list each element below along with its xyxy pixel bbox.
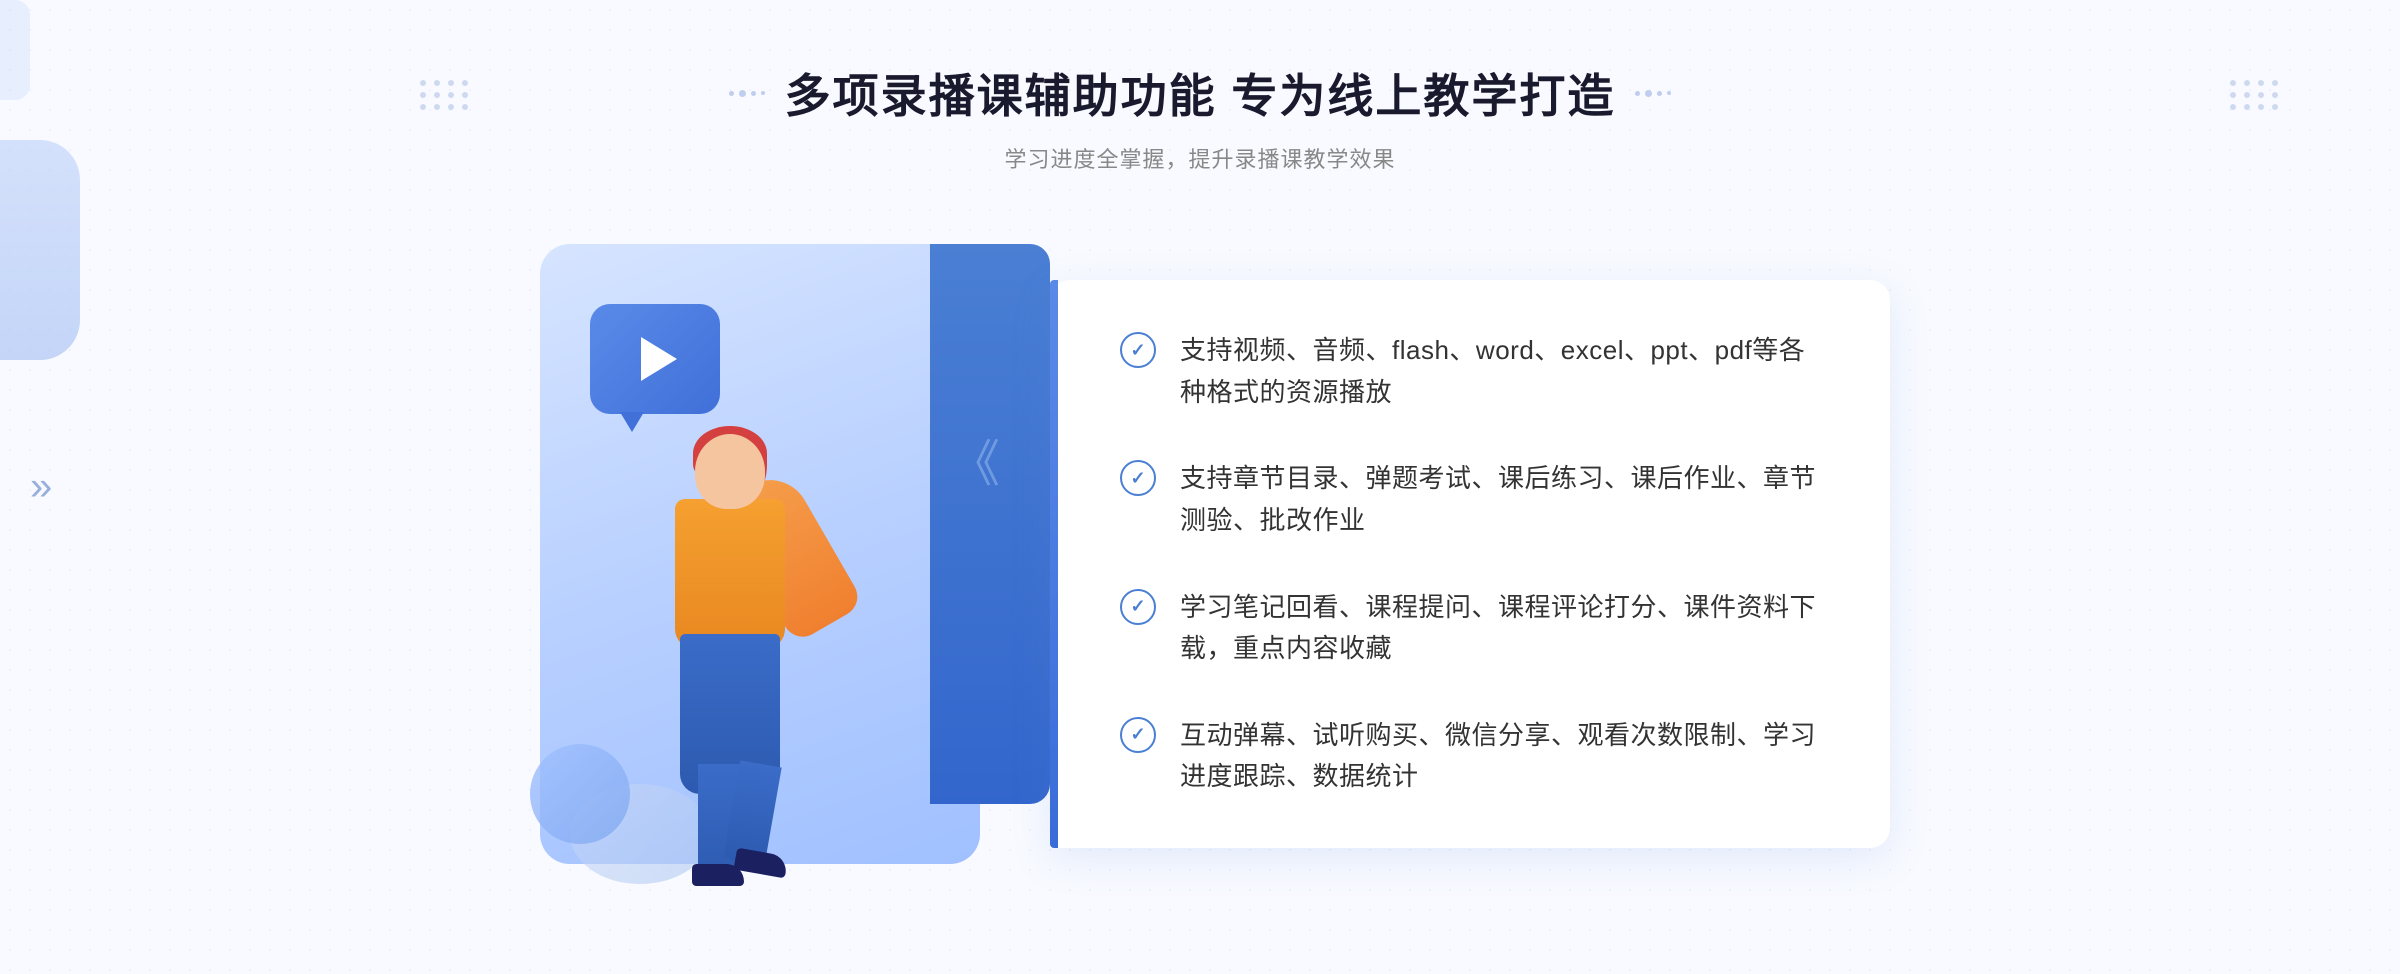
check-icon-1: [1120, 332, 1156, 368]
person-figure: [570, 404, 890, 904]
check-icon-3: [1120, 589, 1156, 625]
illus-blue-panel: [930, 244, 1050, 804]
check-icon-2: [1120, 460, 1156, 496]
person-body: [675, 499, 785, 649]
feature-text-2: 支持章节目录、弹题考试、课后练习、课后作业、章节测验、批改作业: [1180, 458, 1820, 541]
side-deco-blue: [0, 140, 80, 360]
blue-accent-bar: [1050, 280, 1058, 848]
play-icon: [641, 337, 677, 381]
feature-item-4: 互动弹幕、试听购买、微信分享、观看次数限制、学习进度跟踪、数据统计: [1120, 715, 1820, 798]
side-deco-small: [0, 0, 30, 100]
page-container: » 多项录播课辅助功能 专为线上教学打造 学习进度全掌握，提升录播课教学效果: [0, 0, 2400, 974]
header-dots-right: [1635, 90, 1671, 97]
deco-dots-topleft: [420, 80, 470, 110]
play-bubble: [590, 304, 720, 414]
header-section: 多项录播课辅助功能 专为线上教学打造 学习进度全掌握，提升录播课教学效果: [729, 60, 1672, 174]
deco-dots-topright: [2230, 80, 2280, 110]
main-title: 多项录播课辅助功能 专为线上教学打造: [785, 60, 1616, 126]
feature-item-3: 学习笔记回看、课程提问、课程评论打分、课件资料下载，重点内容收藏: [1120, 587, 1820, 670]
header-title-row: 多项录播课辅助功能 专为线上教学打造: [729, 60, 1672, 126]
illustration-area: [510, 224, 1050, 904]
feature-text-4: 互动弹幕、试听购买、微信分享、观看次数限制、学习进度跟踪、数据统计: [1180, 715, 1820, 798]
feature-text-1: 支持视频、音频、flash、word、excel、ppt、pdf等各种格式的资源…: [1180, 330, 1820, 413]
person-head: [695, 434, 765, 509]
header-dots-left: [729, 90, 765, 97]
feature-item-2: 支持章节目录、弹题考试、课后练习、课后作业、章节测验、批改作业: [1120, 458, 1820, 541]
content-section: 支持视频、音频、flash、word、excel、ppt、pdf等各种格式的资源…: [500, 224, 1900, 904]
check-icon-4: [1120, 717, 1156, 753]
deco-lines: [950, 424, 1000, 496]
feature-text-3: 学习笔记回看、课程提问、课程评论打分、课件资料下载，重点内容收藏: [1180, 587, 1820, 670]
left-arrow-decoration: »: [30, 465, 52, 510]
sub-title: 学习进度全掌握，提升录播课教学效果: [729, 142, 1672, 174]
feature-item-1: 支持视频、音频、flash、word、excel、ppt、pdf等各种格式的资源…: [1120, 330, 1820, 413]
features-panel: 支持视频、音频、flash、word、excel、ppt、pdf等各种格式的资源…: [1050, 280, 1890, 848]
